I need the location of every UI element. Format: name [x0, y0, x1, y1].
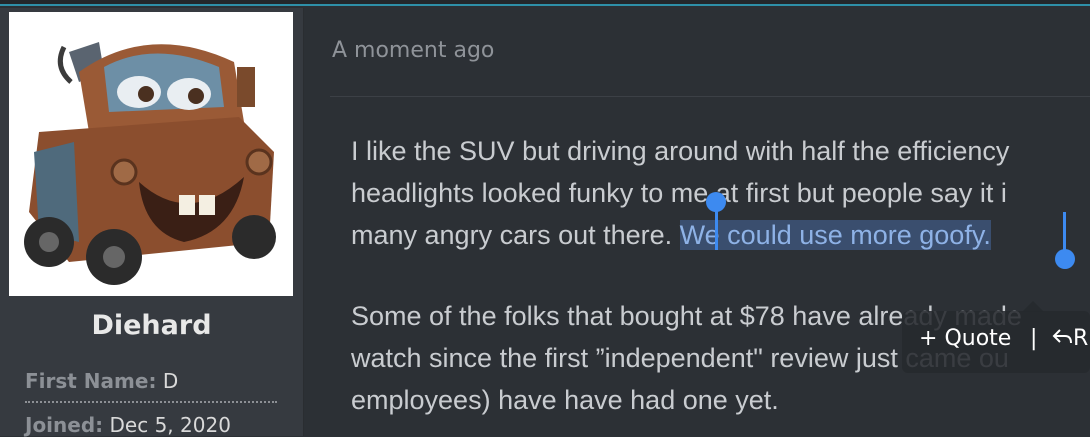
plus-icon: +: [919, 326, 938, 351]
paragraph-2-line-3: employees) have have had one yet.: [351, 385, 779, 415]
quote-button[interactable]: + Quote: [919, 326, 1011, 351]
post-timestamp[interactable]: A moment ago: [332, 38, 494, 63]
selection-end-handle[interactable]: [1055, 249, 1075, 269]
reply-icon: [1052, 329, 1072, 344]
joined-label: Joined:: [25, 413, 104, 437]
quote-label: Quote: [944, 326, 1012, 351]
joined-field: Joined: Dec 5, 2020: [25, 413, 277, 437]
paragraph-1-line-3: many angry cars out there. We could use …: [351, 214, 1090, 256]
post-content: A moment ago I like the SUV but driving …: [304, 8, 1090, 436]
reply-button[interactable]: R: [1051, 326, 1088, 351]
selection-start-stem: [715, 206, 718, 250]
line-3-unselected-text: many angry cars out there.: [351, 220, 680, 250]
selected-text[interactable]: We could use more goofy.: [679, 220, 991, 250]
first-name-label: First Name:: [25, 369, 157, 393]
avatar[interactable]: [9, 12, 293, 296]
reply-label: R: [1073, 326, 1089, 351]
popup-separator: |: [1030, 326, 1038, 351]
paragraph-1-line-1: I like the SUV but driving around with h…: [351, 136, 1010, 166]
first-name-value: D: [162, 369, 179, 393]
post-divider: [330, 96, 1090, 97]
top-accent-bar: [0, 0, 1090, 6]
first-name-field: First Name: D: [25, 369, 277, 403]
username[interactable]: Diehard: [0, 310, 303, 341]
joined-value: Dec 5, 2020: [109, 413, 231, 437]
tow-truck-avatar-image: [9, 12, 293, 296]
user-info-panel: Diehard First Name: D Joined: Dec 5, 202…: [0, 8, 304, 437]
